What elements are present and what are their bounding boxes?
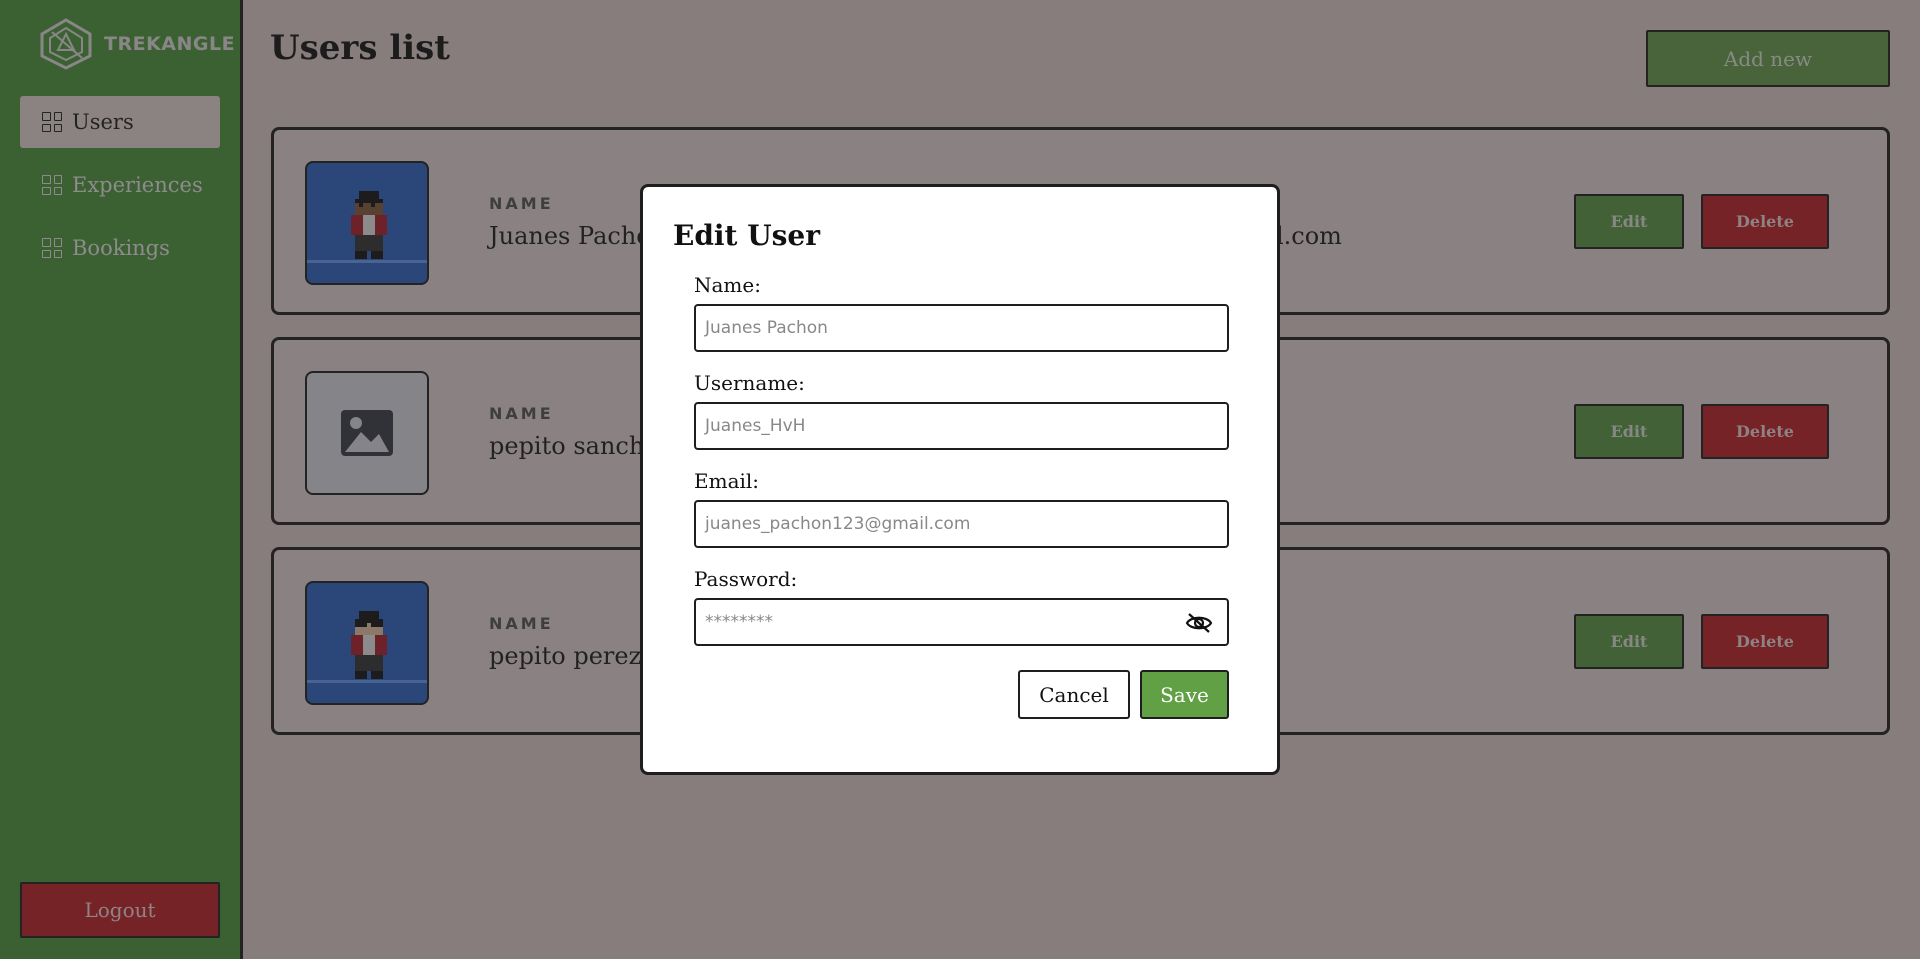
email-label: Email:: [694, 469, 760, 493]
username-input[interactable]: Juanes_HvH: [694, 402, 1229, 450]
name-label: Name:: [694, 273, 761, 297]
username-label: Username:: [694, 371, 805, 395]
password-value: ********: [705, 612, 773, 632]
name-input[interactable]: Juanes Pachon: [694, 304, 1229, 352]
email-input[interactable]: juanes_pachon123@gmail.com: [694, 500, 1229, 548]
password-input[interactable]: ********: [694, 598, 1229, 646]
eye-slash-icon[interactable]: [1185, 611, 1213, 635]
edit-user-modal: Edit User Name: Juanes Pachon Username: …: [640, 184, 1280, 775]
modal-title: Edit User: [673, 219, 820, 252]
save-button[interactable]: Save: [1140, 670, 1229, 719]
password-label: Password:: [694, 567, 798, 591]
cancel-button[interactable]: Cancel: [1018, 670, 1130, 719]
